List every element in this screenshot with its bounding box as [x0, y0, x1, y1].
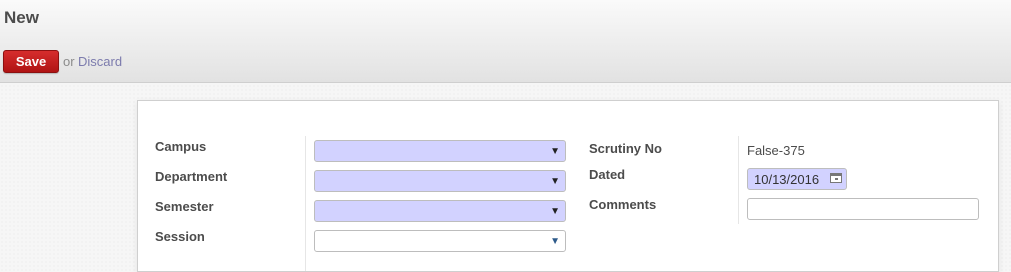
- session-label: Session: [155, 229, 205, 244]
- department-label: Department: [155, 169, 228, 184]
- discard-link[interactable]: Discard: [78, 54, 122, 69]
- chevron-down-icon: ▼: [550, 236, 560, 247]
- calendar-icon[interactable]: [830, 173, 842, 183]
- column-divider-right: [738, 136, 739, 224]
- scrutiny-no-label: Scrutiny No: [589, 141, 662, 156]
- column-divider-left: [305, 136, 306, 271]
- save-button[interactable]: Save: [3, 50, 59, 73]
- dated-label: Dated: [589, 167, 626, 182]
- or-separator: or: [63, 54, 75, 69]
- dated-value: 10/13/2016: [754, 172, 820, 187]
- dated-field[interactable]: 10/13/2016: [747, 168, 847, 190]
- comments-label: Comments: [589, 197, 657, 212]
- form-sheet: Campus ▼ Department ▼ Semester ▼ Session…: [137, 100, 999, 272]
- semester-select[interactable]: ▼: [314, 200, 566, 222]
- department-select[interactable]: ▼: [314, 170, 566, 192]
- comments-input[interactable]: [747, 198, 979, 220]
- session-select[interactable]: ▼: [314, 230, 566, 252]
- chevron-down-icon: ▼: [550, 146, 560, 157]
- semester-label: Semester: [155, 199, 214, 214]
- chevron-down-icon: ▼: [550, 206, 560, 217]
- campus-label: Campus: [155, 139, 207, 154]
- control-panel: New Save or Discard: [0, 0, 1011, 83]
- chevron-down-icon: ▼: [550, 176, 560, 187]
- campus-select[interactable]: ▼: [314, 140, 566, 162]
- page-title: New: [4, 8, 39, 27]
- scrutiny-no-value: False-375: [747, 143, 805, 158]
